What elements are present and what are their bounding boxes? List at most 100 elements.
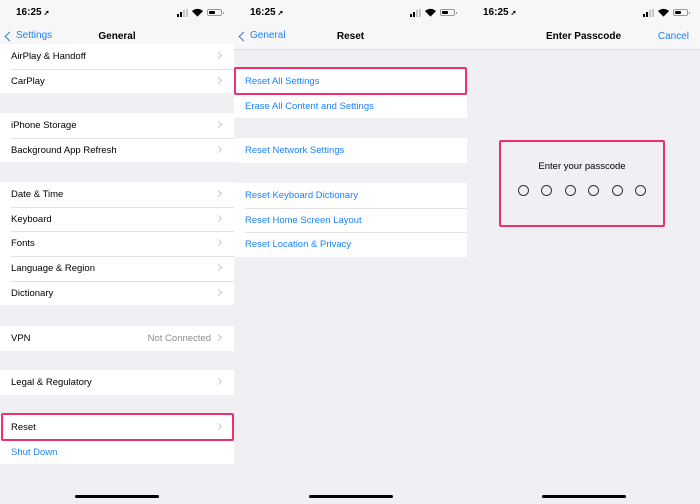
settings-group: Reset Shut Down (0, 415, 234, 465)
row-legal-regulatory[interactable]: Legal & Regulatory (0, 370, 234, 395)
row-label: Background App Refresh (11, 144, 117, 156)
status-icons (177, 8, 224, 17)
reset-group: Reset Keyboard Dictionary Reset Home Scr… (234, 183, 467, 258)
row-label: Reset Keyboard Dictionary (245, 189, 358, 201)
row-label: Fonts (11, 238, 35, 250)
general-screen: 16:25 ➚ Settings General AirPlay & Handof… (0, 0, 234, 504)
chevron-right-icon (214, 422, 223, 431)
reset-group: Reset Network Settings (234, 138, 467, 163)
row-label: Reset (11, 421, 36, 433)
status-bar: 16:25 ➚ (0, 0, 234, 25)
wifi-icon (425, 8, 436, 17)
passcode-dot (588, 185, 600, 196)
row-label: iPhone Storage (11, 119, 77, 131)
row-label: AirPlay & Handoff (11, 50, 86, 62)
chevron-right-icon (214, 264, 223, 272)
reset-group: Reset All Settings Erase All Content and… (234, 69, 467, 119)
home-indicator[interactable] (308, 495, 393, 498)
passcode-dots (501, 185, 663, 196)
row-label: Erase All Content and Settings (245, 100, 374, 112)
row-carplay[interactable]: CarPlay (0, 68, 234, 94)
nav-bar: Enter Passcode Cancel (467, 25, 700, 50)
row-vpn[interactable]: VPN Not Connected (0, 326, 234, 351)
row-date-time[interactable]: Date & Time (0, 182, 234, 207)
chevron-right-icon (214, 333, 223, 342)
row-erase-all-content[interactable]: Erase All Content and Settings (234, 93, 467, 119)
row-fonts[interactable]: Fonts (0, 231, 234, 256)
home-indicator[interactable] (75, 495, 159, 498)
page-title: General (98, 31, 136, 42)
chevron-right-icon (214, 377, 223, 386)
row-language-region[interactable]: Language & Region (0, 256, 234, 281)
passcode-dot (635, 185, 647, 196)
row-reset-location-privacy[interactable]: Reset Location & Privacy (234, 232, 467, 257)
passcode-screen: 16:25 ➚ Enter Passcode Cancel Enter your … (467, 0, 700, 504)
row-label: Keyboard (11, 213, 52, 225)
row-background-app-refresh[interactable]: Background App Refresh (0, 137, 234, 163)
row-label: CarPlay (11, 75, 45, 87)
chevron-right-icon (214, 288, 223, 296)
row-reset[interactable]: Reset (0, 415, 234, 440)
row-reset-home-screen-layout[interactable]: Reset Home Screen Layout (234, 207, 467, 233)
settings-group: AirPlay & Handoff CarPlay (0, 44, 234, 94)
row-label: Language & Region (11, 262, 95, 274)
nav-bar: General Reset (234, 25, 467, 50)
chevron-right-icon (214, 239, 223, 247)
row-shut-down[interactable]: Shut Down (0, 439, 234, 465)
battery-icon (207, 9, 224, 16)
vpn-status: Not Connected (147, 332, 211, 344)
passcode-entry[interactable]: Enter your passcode (499, 140, 665, 227)
passcode-dot (517, 185, 529, 196)
chevron-right-icon (214, 189, 223, 198)
chevron-right-icon (214, 214, 223, 222)
wifi-icon (658, 8, 669, 17)
row-label: Legal & Regulatory (11, 376, 92, 388)
row-iphone-storage[interactable]: iPhone Storage (0, 113, 234, 138)
location-arrow-icon: ➚ (43, 10, 50, 17)
cellular-signal-icon (177, 8, 188, 17)
status-bar: 16:25 ➚ (467, 0, 700, 25)
row-label: Date & Time (11, 188, 64, 200)
row-keyboard[interactable]: Keyboard (0, 206, 234, 232)
row-reset-network-settings[interactable]: Reset Network Settings (234, 138, 467, 163)
chevron-right-icon (214, 145, 223, 153)
status-icons (410, 8, 457, 17)
chevron-right-icon (214, 76, 223, 84)
row-label: Shut Down (11, 446, 58, 458)
location-arrow-icon: ➚ (277, 10, 284, 17)
settings-group: Legal & Regulatory (0, 370, 234, 395)
chevron-right-icon (214, 51, 223, 60)
status-time: 16:25 ➚ (16, 7, 50, 18)
home-indicator[interactable] (541, 495, 626, 498)
status-time: 16:25 ➚ (483, 7, 517, 18)
settings-group: VPN Not Connected (0, 326, 234, 351)
row-label: Reset Network Settings (245, 144, 345, 156)
row-label: Reset Location & Privacy (245, 239, 352, 251)
chevron-right-icon (214, 120, 223, 129)
status-bar: 16:25 ➚ (234, 0, 467, 25)
wifi-icon (192, 8, 203, 17)
cellular-signal-icon (643, 8, 654, 17)
passcode-dot (611, 185, 623, 196)
cancel-button[interactable]: Cancel (658, 31, 689, 42)
status-icons (643, 8, 690, 17)
row-dictionary[interactable]: Dictionary (0, 280, 234, 306)
location-arrow-icon: ➚ (510, 10, 517, 17)
battery-icon (673, 9, 690, 16)
row-label: Dictionary (11, 287, 54, 299)
passcode-dot (564, 185, 576, 196)
row-reset-all-settings[interactable]: Reset All Settings (234, 69, 467, 94)
battery-icon (440, 9, 457, 16)
reset-screen: 16:25 ➚ General Reset Reset All Settings … (234, 0, 467, 504)
row-label: Reset Home Screen Layout (245, 214, 362, 226)
row-label: Reset All Settings (245, 75, 320, 87)
row-label: VPN (11, 332, 31, 344)
status-time: 16:25 ➚ (250, 7, 284, 18)
passcode-prompt: Enter your passcode (538, 161, 626, 172)
row-reset-keyboard-dictionary[interactable]: Reset Keyboard Dictionary (234, 183, 467, 208)
settings-group: Date & Time Keyboard Fonts Language & Re… (0, 182, 234, 306)
page-title: Reset (336, 31, 365, 42)
passcode-dot (541, 185, 553, 196)
row-airplay-handoff[interactable]: AirPlay & Handoff (0, 44, 234, 69)
settings-group: iPhone Storage Background App Refresh (0, 113, 234, 163)
